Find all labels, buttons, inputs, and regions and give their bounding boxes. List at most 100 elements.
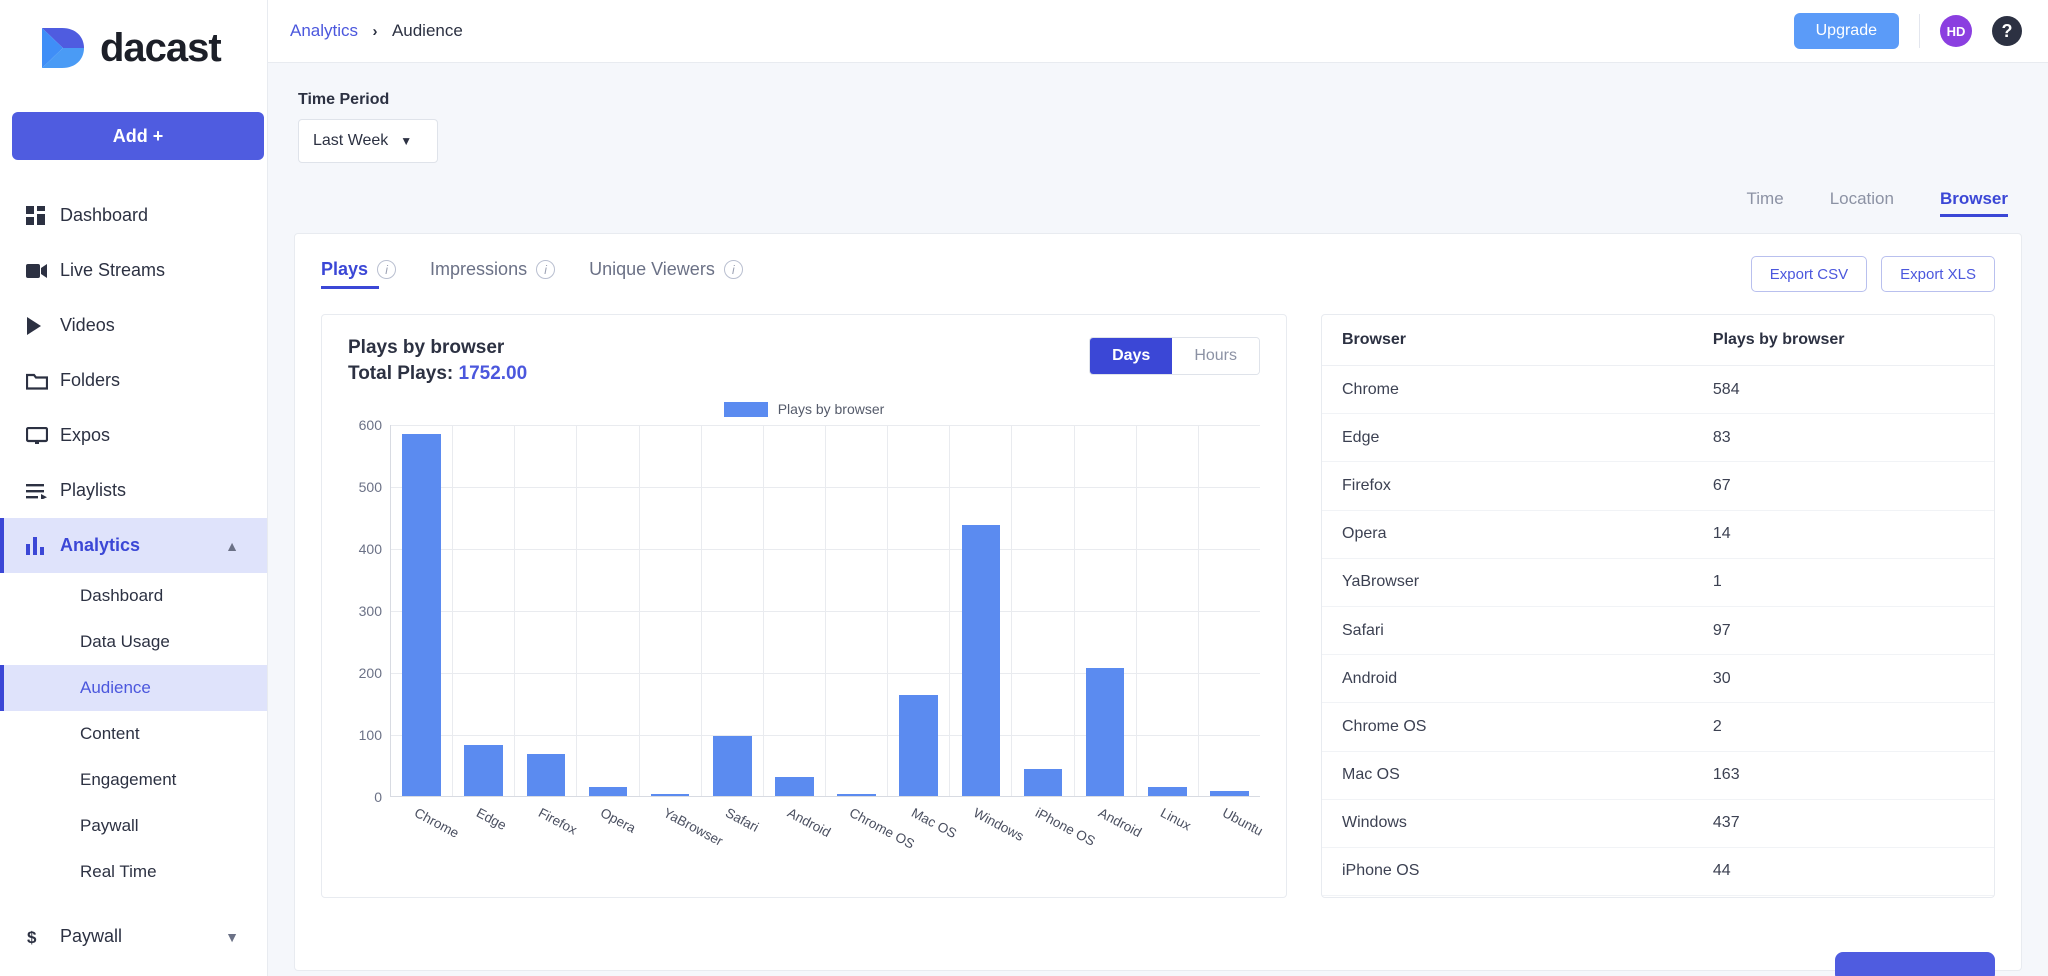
bar-cell[interactable] xyxy=(577,425,639,796)
bar[interactable] xyxy=(775,777,814,796)
toggle-hours[interactable]: Hours xyxy=(1172,338,1259,374)
tab-time[interactable]: Time xyxy=(1747,189,1784,217)
sidebar-item-videos[interactable]: Videos xyxy=(0,298,267,353)
bars-container xyxy=(391,425,1260,796)
export-csv-button[interactable]: Export CSV xyxy=(1751,256,1867,292)
bar[interactable] xyxy=(1024,769,1063,796)
bar-cell[interactable] xyxy=(702,425,764,796)
sidebar-subitem-engagement[interactable]: Engagement xyxy=(0,757,267,803)
toggle-days[interactable]: Days xyxy=(1090,338,1172,374)
bar-cell[interactable] xyxy=(950,425,1012,796)
sidebar-item-dashboard[interactable]: Dashboard xyxy=(0,188,267,243)
bar[interactable] xyxy=(527,754,566,796)
cell-browser: Android xyxy=(1322,655,1685,703)
floating-action-button[interactable] xyxy=(1835,952,1995,976)
table-row[interactable]: Chrome OS2 xyxy=(1322,703,1994,751)
table-row[interactable]: iPhone OS44 xyxy=(1322,847,1994,895)
sidebar-item-playlists[interactable]: Playlists xyxy=(0,463,267,518)
help-icon[interactable]: ? xyxy=(1992,16,2022,46)
sidebar-subitem-dashboard[interactable]: Dashboard xyxy=(0,573,267,619)
tab-unique-viewers[interactable]: Unique Viewers i xyxy=(589,259,743,289)
sidebar-item-expos[interactable]: Expos xyxy=(0,408,267,463)
bar-cell[interactable] xyxy=(1137,425,1199,796)
table-body: Chrome584Edge83Firefox67Opera14YaBrowser… xyxy=(1322,366,1994,899)
bar-cell[interactable] xyxy=(515,425,577,796)
info-icon[interactable]: i xyxy=(536,260,555,279)
sidebar-subitem-audience[interactable]: Audience xyxy=(0,665,267,711)
bar[interactable] xyxy=(589,787,628,796)
brand-logo[interactable]: dacast xyxy=(0,0,267,96)
cell-browser: Android xyxy=(1322,896,1685,898)
cell-plays: 97 xyxy=(1685,606,1994,654)
sidebar-item-label: Live Streams xyxy=(60,260,165,281)
tab-impressions[interactable]: Impressions i xyxy=(430,259,555,289)
bar[interactable] xyxy=(899,695,938,796)
table-row[interactable]: Mac OS163 xyxy=(1322,751,1994,799)
sidebar-item-analytics[interactable]: Analytics ▲ xyxy=(0,518,267,573)
bar-cell[interactable] xyxy=(1075,425,1137,796)
table-row[interactable]: Firefox67 xyxy=(1322,462,1994,510)
sidebar-subitem-real-time[interactable]: Real Time xyxy=(0,849,267,895)
sidebar-subitem-label: Paywall xyxy=(80,816,139,836)
bar[interactable] xyxy=(713,736,752,796)
sidebar-subitem-label: Real Time xyxy=(80,862,157,882)
chart-legend: Plays by browser xyxy=(348,401,1260,417)
export-actions: Export CSV Export XLS xyxy=(1751,256,1995,292)
cell-plays: 44 xyxy=(1685,847,1994,895)
bar[interactable] xyxy=(1210,791,1249,796)
table-header-row: Browser Plays by browser xyxy=(1322,315,1994,366)
breadcrumb-current: Audience xyxy=(392,21,463,40)
sidebar-subitem-paywall[interactable]: Paywall xyxy=(0,803,267,849)
upgrade-button[interactable]: Upgrade xyxy=(1794,13,1899,49)
bar-cell[interactable] xyxy=(640,425,702,796)
avatar[interactable]: HD xyxy=(1940,15,1972,47)
dacast-chevron-logo-icon xyxy=(36,24,88,72)
bar-cell[interactable] xyxy=(888,425,950,796)
tab-location[interactable]: Location xyxy=(1830,189,1894,217)
bar-cell[interactable] xyxy=(391,425,453,796)
video-camera-icon xyxy=(26,263,60,279)
table-row[interactable]: Opera14 xyxy=(1322,510,1994,558)
table-row[interactable]: Android207 xyxy=(1322,896,1994,898)
time-period-select[interactable]: Last Week ▼ xyxy=(298,119,438,163)
chevron-up-icon[interactable]: ▲ xyxy=(225,538,239,554)
bar[interactable] xyxy=(402,434,441,796)
tab-browser[interactable]: Browser xyxy=(1940,189,2008,217)
cell-browser: Chrome OS xyxy=(1322,703,1685,751)
sidebar-item-live-streams[interactable]: Live Streams xyxy=(0,243,267,298)
info-icon[interactable]: i xyxy=(724,260,743,279)
bar[interactable] xyxy=(1086,668,1125,796)
sidebar-item-paywall[interactable]: $ Paywall ▼ xyxy=(0,909,267,964)
table-row[interactable]: Windows437 xyxy=(1322,799,1994,847)
bar[interactable] xyxy=(1148,787,1187,796)
table-row[interactable]: Chrome584 xyxy=(1322,366,1994,414)
bar-cell[interactable] xyxy=(453,425,515,796)
export-xls-button[interactable]: Export XLS xyxy=(1881,256,1995,292)
chevron-down-icon[interactable]: ▼ xyxy=(225,929,239,945)
bar[interactable] xyxy=(837,794,876,796)
breadcrumb-analytics-link[interactable]: Analytics xyxy=(290,21,358,40)
table-row[interactable]: Android30 xyxy=(1322,655,1994,703)
add-button[interactable]: Add + xyxy=(12,112,264,160)
bar-cell[interactable] xyxy=(1012,425,1074,796)
bar[interactable] xyxy=(651,794,690,796)
table-row[interactable]: YaBrowser1 xyxy=(1322,558,1994,606)
sidebar-item-label: Expos xyxy=(60,425,110,446)
tab-plays[interactable]: Plays i xyxy=(321,259,396,289)
bar[interactable] xyxy=(962,525,1001,796)
sidebar-subitem-content[interactable]: Content xyxy=(0,711,267,757)
info-icon[interactable]: i xyxy=(377,260,396,279)
sidebar-item-folders[interactable]: Folders xyxy=(0,353,267,408)
bar[interactable] xyxy=(464,745,503,796)
bar-cell[interactable] xyxy=(1199,425,1260,796)
main-area: Analytics › Audience Upgrade HD ? Time P… xyxy=(268,0,2048,976)
days-hours-toggle: Days Hours xyxy=(1089,337,1260,375)
divider xyxy=(1919,14,1920,48)
bar-cell[interactable] xyxy=(826,425,888,796)
table-row[interactable]: Safari97 xyxy=(1322,606,1994,654)
sidebar-subitem-data-usage[interactable]: Data Usage xyxy=(0,619,267,665)
table-row[interactable]: Edge83 xyxy=(1322,414,1994,462)
metric-tabs: Plays i Impressions i Unique Viewers i E… xyxy=(321,256,1995,292)
bar-cell[interactable] xyxy=(764,425,826,796)
x-axis-tick: Linux xyxy=(1136,799,1198,869)
